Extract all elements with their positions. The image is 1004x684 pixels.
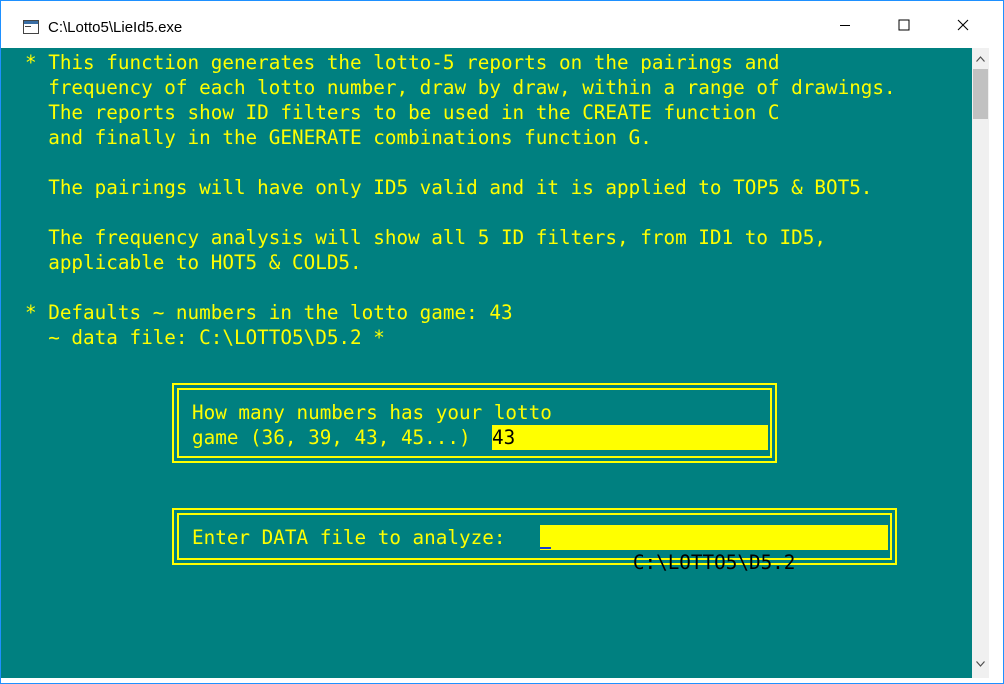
scroll-down-button[interactable]: [972, 655, 989, 672]
datafile-input[interactable]: C:\LOTTO5\D5.2: [540, 525, 888, 574]
maximize-button[interactable]: [875, 1, 933, 48]
console-area: * This function generates the lotto-5 re…: [1, 48, 972, 678]
console-line: The reports show ID filters to be used i…: [25, 101, 780, 124]
console-line: and finally in the GENERATE combinations…: [25, 126, 652, 149]
numbers-input[interactable]: 43: [492, 425, 768, 450]
numbers-prompt-line2: game (36, 39, 43, 45...): [192, 426, 483, 449]
console-line: The frequency analysis will show all 5 I…: [25, 226, 826, 249]
console-line: * Defaults ~ numbers in the lotto game: …: [25, 301, 513, 324]
title-bar[interactable]: C:\Lotto5\LieId5.exe: [1, 1, 1003, 48]
console-app-icon: [23, 20, 39, 34]
minimize-icon: [840, 24, 850, 26]
scroll-thumb[interactable]: [973, 69, 988, 119]
chevron-up-icon: [976, 55, 985, 62]
window-frame-edge: [989, 48, 1003, 678]
maximize-icon: [898, 19, 910, 30]
datafile-prompt: Enter DATA file to analyze:: [192, 526, 506, 549]
minimize-button[interactable]: [816, 1, 874, 48]
datafile-input-value: C:\LOTTO5\D5.2: [632, 551, 796, 574]
datafile-dialog: Enter DATA file to analyze: C:\LOTTO5\D5…: [172, 508, 897, 574]
console-line: * This function generates the lotto-5 re…: [25, 51, 780, 74]
scroll-up-button[interactable]: [972, 50, 989, 67]
console-line: The pairings will have only ID5 valid an…: [25, 176, 873, 199]
numbers-dialog: How many numbers has your lotto game (36…: [172, 383, 777, 463]
numbers-prompt-line1: How many numbers has your lotto: [192, 401, 552, 424]
console-window: C:\Lotto5\LieId5.exe * This function gen…: [0, 0, 1004, 684]
close-button[interactable]: [934, 1, 992, 48]
text-cursor: [540, 547, 551, 549]
vertical-scrollbar[interactable]: [972, 48, 989, 678]
chevron-down-icon: [976, 660, 985, 667]
close-icon: [957, 19, 969, 30]
console-line: applicable to HOT5 & COLD5.: [25, 251, 362, 274]
console-line: frequency of each lotto number, draw by …: [25, 76, 896, 99]
console-line: ~ data file: C:\LOTTO5\D5.2 *: [25, 326, 385, 349]
window-title: C:\Lotto5\LieId5.exe: [48, 19, 183, 36]
